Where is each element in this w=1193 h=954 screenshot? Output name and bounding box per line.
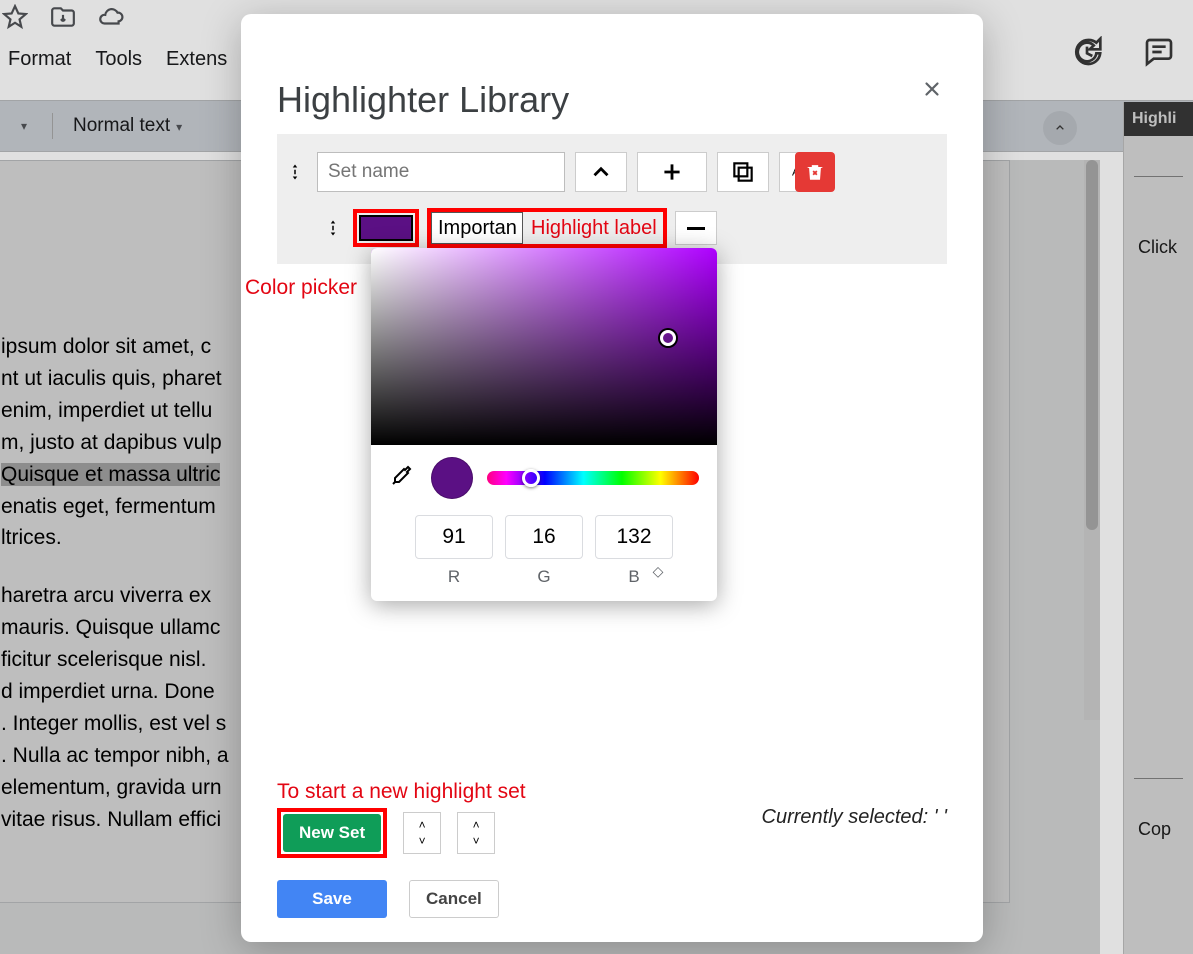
color-format-toggle[interactable]: ◇ [619,563,697,580]
reorder-collapse-button[interactable]: ˄˅ [403,812,441,854]
hue-slider[interactable] [487,471,699,485]
chevron-down-icon: ˅ [419,834,426,848]
label-r: R [415,567,493,587]
chevron-down-icon: ˅ [473,834,480,848]
set-drag-handle[interactable] [283,158,307,186]
set-name-input[interactable] [317,152,565,192]
close-button[interactable] [917,74,947,104]
annotation-frame-label: Highlight label [427,208,667,248]
remove-highlighter-button[interactable] [675,211,717,245]
cancel-button[interactable]: Cancel [409,880,499,918]
plus-icon [659,159,685,185]
add-highlighter-button[interactable] [637,152,707,192]
chevron-up-icon [588,159,614,185]
color-r-input[interactable] [415,515,493,559]
highlighter-set-panel: AZ Highlight label [277,134,947,264]
minus-icon [687,227,705,230]
highlighter-library-dialog: Highlighter Library AZ Highl [241,14,983,942]
trash-icon [804,161,826,183]
save-button[interactable]: Save [277,880,387,918]
color-picker-popover: R G B ◇ [371,248,717,601]
drag-vertical-icon [286,161,304,183]
label-g: G [505,567,583,587]
eyedropper-icon [389,464,413,488]
hue-thumb[interactable] [522,469,540,487]
copy-icon [730,159,756,185]
highlighter-color-swatch[interactable] [359,215,413,241]
duplicate-set-button[interactable] [717,152,769,192]
sv-thumb[interactable] [660,330,676,346]
chevron-up-icon: ˄ [473,818,480,832]
highlighter-drag-handle[interactable] [321,214,345,242]
annotation-frame-new-set: New Set [277,808,387,858]
drag-vertical-icon [324,217,342,239]
annotation-new-set: To start a new highlight set [277,780,526,804]
delete-set-button[interactable] [795,152,835,192]
eyedropper-button[interactable] [389,464,417,492]
close-icon [921,78,943,100]
dialog-title: Highlighter Library [277,79,569,121]
highlighter-label-input[interactable] [431,212,523,244]
color-g-input[interactable] [505,515,583,559]
annotation-highlight-label: Highlight label [531,217,657,240]
currently-selected-text: Currently selected: ' ' [762,806,948,829]
color-b-input[interactable] [595,515,673,559]
collapse-set-button[interactable] [575,152,627,192]
new-set-button[interactable]: New Set [283,814,381,852]
current-color-swatch [431,457,473,499]
saturation-value-area[interactable] [371,248,717,445]
annotation-frame-swatch [353,209,419,247]
reorder-expand-button[interactable]: ˄˅ [457,812,495,854]
annotation-color-picker: Color picker [245,276,357,300]
chevron-up-icon: ˄ [419,818,426,832]
